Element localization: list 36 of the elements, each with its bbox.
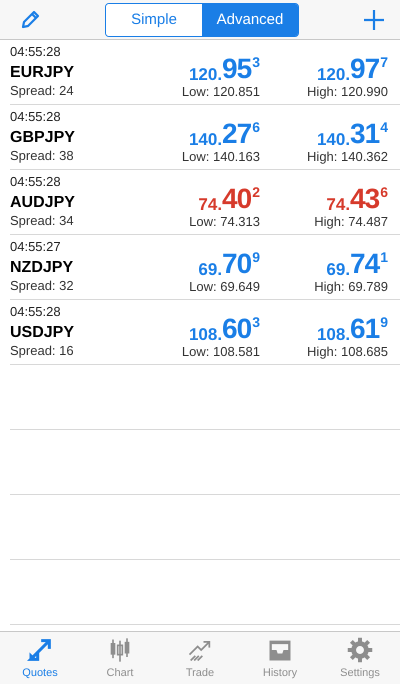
tab-bar-item[interactable]: Quotes — [0, 632, 80, 684]
settings-icon — [346, 636, 374, 664]
low-label: Low: 74.313 — [189, 214, 260, 229]
spread-label: Spread: 38 — [10, 148, 75, 163]
quote-time: 04:55:28 — [10, 109, 62, 124]
spread-label: Spread: 34 — [10, 213, 75, 228]
high-label: High: 69.789 — [314, 279, 388, 294]
low-label: Low: 140.163 — [182, 149, 260, 164]
low-label: Low: 69.649 — [189, 279, 260, 294]
tab-bar-item[interactable]: Trade — [160, 632, 240, 684]
low-label: Low: 108.581 — [182, 344, 260, 359]
pencil-icon[interactable] — [19, 8, 41, 30]
tab-bar-item[interactable]: Chart — [80, 632, 160, 684]
spread-label: Spread: 32 — [10, 278, 75, 293]
spread-label: Spread: 24 — [10, 83, 75, 98]
quote-time: 04:55:28 — [10, 304, 62, 319]
add-icon[interactable] — [363, 8, 385, 30]
symbol-name: USDJPY — [10, 324, 76, 342]
quote-time: 04:55:27 — [10, 239, 62, 254]
symbol-name: EURJPY — [10, 64, 76, 82]
high-label: High: 140.362 — [307, 149, 388, 164]
high-label: High: 120.990 — [307, 84, 388, 99]
quote-time: 04:55:28 — [10, 174, 62, 189]
tab-bar-item[interactable]: Settings — [320, 632, 400, 684]
high-label: High: 108.685 — [307, 344, 388, 359]
tab-bar-item[interactable]: History — [240, 632, 320, 684]
low-label: Low: 120.851 — [182, 84, 260, 99]
quote-time: 04:55:28 — [10, 44, 62, 59]
arrows-icon — [26, 636, 54, 664]
symbol-name: NZDJPY — [10, 259, 74, 277]
symbol-name: AUDJPY — [10, 194, 76, 212]
spread-label: Spread: 16 — [10, 343, 75, 358]
segment-tab[interactable]: Simple — [106, 4, 202, 36]
high-label: High: 74.487 — [314, 214, 388, 229]
segment-tab[interactable]: Advanced — [202, 4, 298, 36]
symbol-name: GBPJPY — [10, 129, 76, 147]
